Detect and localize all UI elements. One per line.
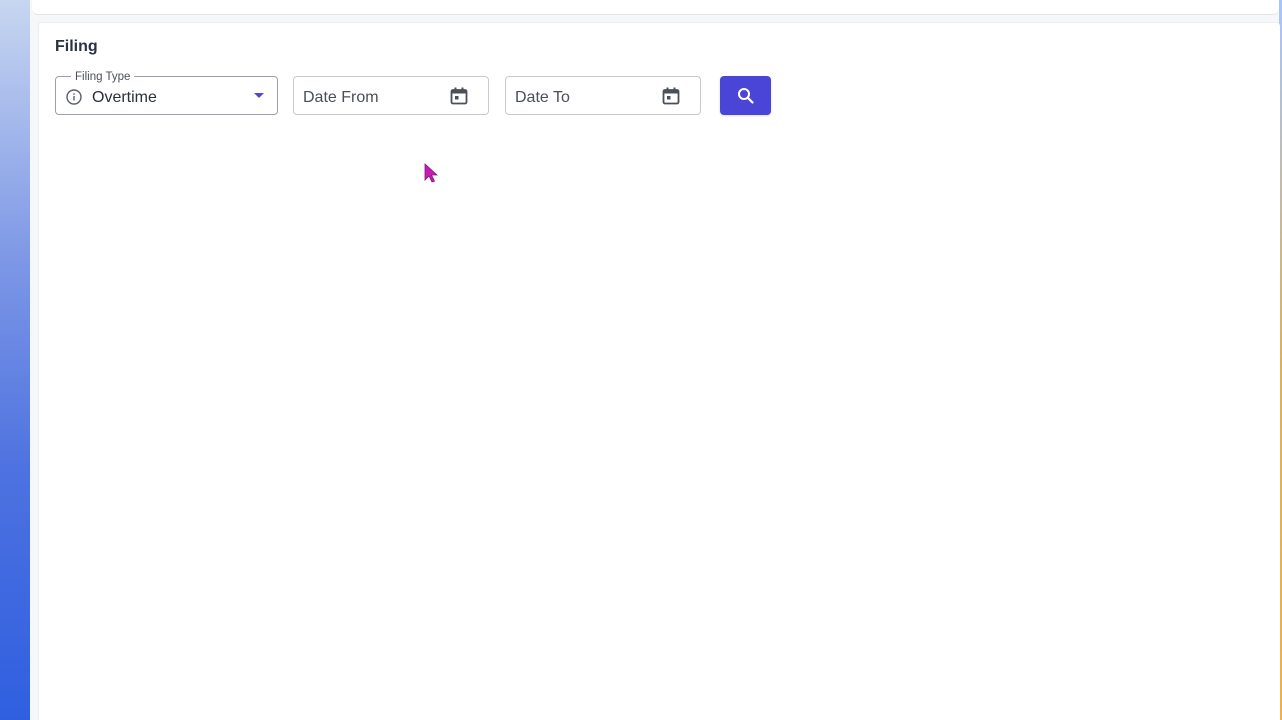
calendar-icon[interactable] [449,86,469,106]
calendar-icon[interactable] [661,86,681,106]
chevron-down-icon [254,93,264,98]
top-bar [32,0,1279,15]
filing-type-value: Overtime [92,89,157,106]
date-to-field[interactable]: Date To [505,76,701,115]
desktop-background-left [0,0,30,720]
app-window: Filing Overtime Filing Type Date From Da… [30,0,1280,720]
filing-type-label: Filing Type [71,70,135,84]
mouse-cursor-icon [424,163,439,183]
search-icon [738,88,754,104]
date-from-placeholder: Date From [303,89,379,106]
date-from-field[interactable]: Date From [293,76,489,115]
info-icon [66,89,82,105]
date-to-placeholder: Date To [515,89,570,106]
section-title: Filing [55,38,98,55]
filing-panel: Filing Overtime Filing Type Date From Da… [38,22,1280,720]
search-button[interactable] [720,76,771,115]
